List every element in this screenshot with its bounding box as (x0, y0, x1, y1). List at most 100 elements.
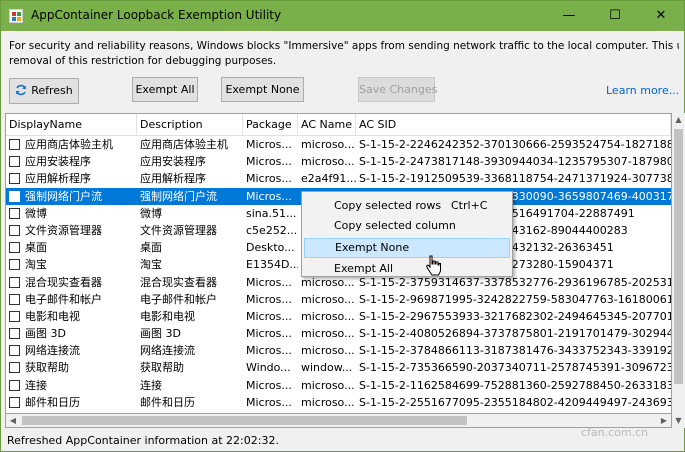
exempt-checkbox[interactable] (9, 396, 20, 408)
cell-ac-name: window... (298, 359, 356, 376)
cell-description: 电子邮件和帐户 (137, 291, 243, 308)
scroll-down-icon[interactable]: ▼ (672, 414, 685, 428)
exempt-checkbox[interactable] (9, 345, 20, 357)
cell-package: Micros... (243, 188, 298, 205)
cell-package-text: Windo... (246, 361, 291, 375)
cell-displayname-text: 强制网络门户流 (25, 189, 102, 203)
cell-ac-sid: S-1-15-2-2473817148-3930944034-123579530… (356, 153, 671, 170)
cell-displayname: 混合现实查看器 (6, 274, 137, 291)
context-menu: Copy selected rows Ctrl+C Copy selected co… (301, 191, 513, 277)
cell-ac-sid-text: S-1-15-2-2967553933-3217682302-249464534… (359, 309, 671, 323)
title-bar[interactable]: AppContainer Loopback Exemption Utility … (1, 1, 684, 31)
close-button[interactable]: ✕ (638, 1, 684, 31)
horizontal-scrollbar[interactable]: ◀ ▶ (5, 414, 672, 428)
cell-description: 应用安装程序 (137, 153, 243, 170)
exempt-all-button[interactable]: Exempt All (132, 77, 198, 102)
table-row[interactable]: 获取帮助 获取帮助 Windo... window... S-1-15-2-735366… (6, 359, 671, 376)
cell-ac-name: microso... (298, 342, 356, 359)
exempt-checkbox[interactable] (9, 242, 20, 254)
table-row[interactable]: 应用安装程序 应用安装程序 Micros... microso... S-1-15-2-… (6, 153, 671, 170)
column-header-ac-sid[interactable]: AC SID (356, 114, 671, 136)
cell-description-text: 应用解析程序 (140, 172, 206, 186)
menu-item-exempt-none[interactable]: Exempt None (304, 238, 510, 258)
cell-ac-name-text: microso... (301, 155, 355, 169)
save-changes-button[interactable]: Save Changes (358, 77, 437, 102)
exempt-none-button[interactable]: Exempt None (221, 77, 304, 102)
cell-package: Micros... (243, 394, 298, 411)
cell-displayname: 应用安装程序 (6, 153, 137, 170)
cell-displayname-text: 应用商店体验主机 (25, 138, 113, 151)
column-header-ac-name[interactable]: AC Name (298, 114, 356, 136)
cell-displayname: 邮件和日历 (6, 394, 137, 411)
status-text: Refreshed AppContainer information at 22… (7, 434, 279, 447)
cell-displayname: 应用解析程序 (6, 170, 137, 187)
cell-ac-name-text: microso... (301, 292, 355, 306)
cell-package: sina.51... (243, 205, 298, 222)
cell-displayname-text: 应用安装程序 (25, 155, 91, 169)
vertical-scrollbar[interactable]: ▲ ▼ (672, 113, 685, 428)
cell-description: 网络连接流 (137, 342, 243, 359)
exempt-checkbox[interactable] (9, 276, 20, 288)
cell-displayname-text: 淘宝 (25, 258, 47, 272)
table-row[interactable]: 网络连接流 网络连接流 Micros... microso... S-1-15-2-37… (6, 342, 671, 359)
refresh-button[interactable]: Refresh (9, 78, 79, 104)
cell-ac-name: microso... (298, 291, 356, 308)
cell-description-text: 电影和电视 (140, 309, 195, 323)
cell-package-text: Micros... (246, 344, 292, 358)
cell-package-text: Micros... (246, 138, 292, 151)
exempt-checkbox[interactable] (9, 156, 20, 168)
cell-description-text: 网络连接流 (140, 344, 195, 358)
scroll-up-icon[interactable]: ▲ (672, 113, 685, 127)
scroll-left-icon[interactable]: ◀ (6, 414, 20, 427)
menu-item-shortcut: Ctrl+C (451, 199, 488, 212)
cell-ac-sid: S-1-15-2-1912509539-3368118754-247137192… (356, 170, 671, 187)
exempt-checkbox[interactable] (9, 139, 20, 150)
cell-description-text: 强制网络门户流 (140, 189, 217, 203)
column-header-package[interactable]: Package (243, 114, 298, 136)
column-header-description[interactable]: Description (137, 114, 243, 136)
cell-ac-sid: S-1-15-2-2551677095-2355184802-420944949… (356, 394, 671, 411)
vertical-scroll-thumb[interactable] (674, 129, 683, 384)
exempt-checkbox[interactable] (9, 259, 20, 271)
cell-ac-name-text: microso... (301, 309, 355, 323)
cell-displayname: 应用商店体验主机 (6, 136, 137, 153)
exempt-checkbox[interactable] (9, 379, 20, 391)
table-row[interactable]: 邮件和日历 邮件和日历 Micros... microso... S-1-15-2-25… (6, 394, 671, 411)
exempt-checkbox[interactable] (9, 190, 20, 202)
table-row[interactable]: 连接 连接 Micros... microso... S-1-15-2-11625846… (6, 377, 671, 394)
exempt-checkbox[interactable] (9, 224, 20, 236)
horizontal-scroll-thumb[interactable] (22, 416, 467, 425)
table-row[interactable]: 电影和电视 电影和电视 Micros... microso... S-1-15-2-29… (6, 308, 671, 325)
menu-item-copy-selected-column[interactable]: Copy selected column (304, 216, 510, 236)
cell-ac-sid: S-1-15-2-735366590-2037340711-2578745391… (356, 359, 671, 376)
exempt-checkbox[interactable] (9, 293, 20, 305)
exempt-checkbox[interactable] (9, 173, 20, 185)
cell-ac-name: microso... (298, 136, 356, 153)
app-window: AppContainer Loopback Exemption Utility … (0, 0, 685, 452)
table-row[interactable]: 应用解析程序 应用解析程序 Micros... e2a4f91... S-1-15-2-… (6, 170, 671, 187)
cell-ac-name-text: microso... (301, 395, 355, 409)
minimize-button[interactable]: — (546, 1, 592, 31)
table-row[interactable]: 应用商店体验主机 应用商店体验主机 Micros... microso... S-1-1… (6, 136, 671, 153)
cell-ac-sid: S-1-15-2-2967553933-3217682302-249464534… (356, 308, 671, 325)
exempt-checkbox[interactable] (9, 362, 20, 374)
scroll-right-icon[interactable]: ▶ (657, 414, 671, 427)
learn-more-link[interactable]: Learn more... (606, 84, 679, 97)
exempt-checkbox[interactable] (9, 328, 20, 340)
table-row[interactable]: 画图 3D 画图 3D Micros... microso... S-1-15-2-40… (6, 325, 671, 342)
cell-displayname-text: 文件资源管理器 (25, 223, 102, 237)
menu-item-copy-selected-rows[interactable]: Copy selected rows Ctrl+C (304, 196, 510, 216)
exempt-checkbox[interactable] (9, 310, 20, 322)
table-row[interactable]: 电子邮件和帐户 电子邮件和帐户 Micros... microso... S-1-15-… (6, 291, 671, 308)
menu-item-exempt-all[interactable]: Exempt All (304, 259, 510, 279)
cell-package: Windo... (243, 359, 298, 376)
cell-ac-sid: S-1-15-2-1162584699-752881360-2592788450… (356, 377, 671, 394)
exempt-checkbox[interactable] (9, 207, 20, 219)
cell-ac-name-text: microso... (301, 327, 355, 341)
cell-ac-name-text: microso... (301, 378, 355, 392)
cell-ac-sid-text: S-1-15-2-969871995-3242822759-583047763-… (359, 292, 671, 306)
column-header-displayname[interactable]: DisplayName (6, 114, 137, 136)
maximize-button[interactable]: ☐ (592, 1, 638, 31)
cell-description-text: 混合现实查看器 (140, 275, 217, 289)
cell-displayname-text: 混合现实查看器 (25, 275, 102, 289)
